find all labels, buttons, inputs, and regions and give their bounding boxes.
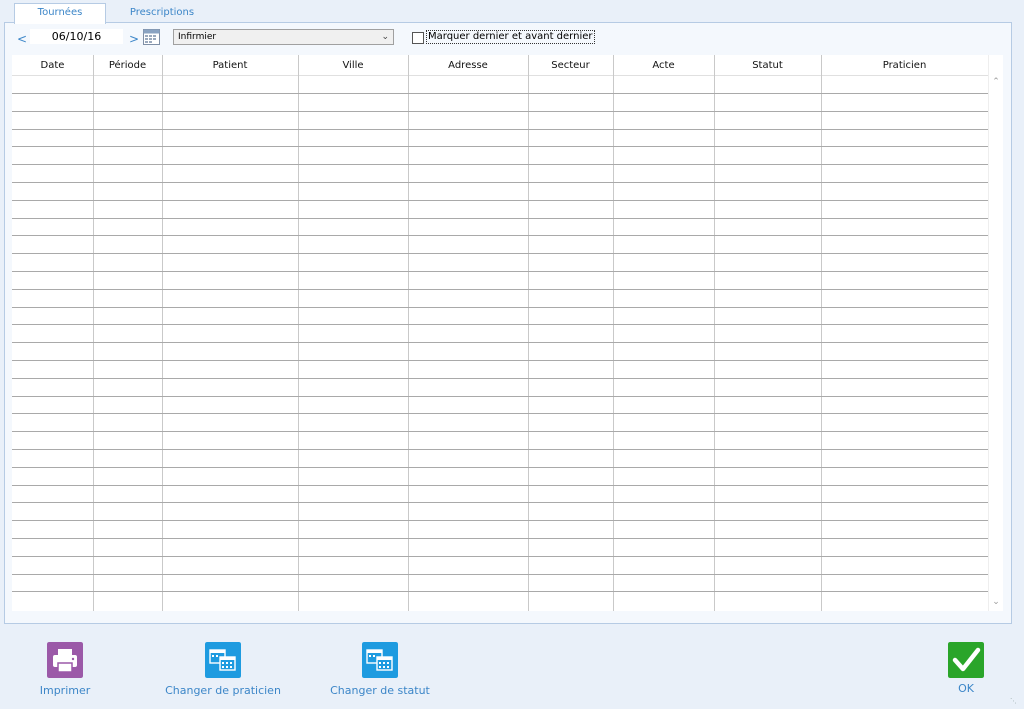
chevron-down-icon: ⌄ (381, 32, 389, 42)
table-row-divider (12, 556, 988, 557)
table-row-divider (12, 449, 988, 450)
column-header-ville[interactable]: Ville (298, 55, 408, 76)
column-header-patient[interactable]: Patient (162, 55, 298, 76)
column-header-praticien[interactable]: Praticien (821, 55, 988, 76)
change-status-label: Changer de statut (330, 684, 430, 697)
column-divider (821, 55, 822, 611)
resize-grip-icon[interactable]: ⋱ (1010, 697, 1018, 705)
column-divider (298, 55, 299, 611)
column-divider (613, 55, 614, 611)
date-field[interactable]: 06/10/16 (30, 29, 123, 44)
role-select[interactable]: Infirmier ⌄ (173, 29, 394, 45)
header-separator (12, 75, 988, 76)
scroll-up-icon[interactable]: ⌃ (989, 77, 1003, 87)
table-row-divider (12, 111, 988, 112)
table-row-divider (12, 502, 988, 503)
table-row-divider (12, 164, 988, 165)
table-row-divider (12, 591, 988, 592)
table-row-divider (12, 324, 988, 325)
table-vertical-scrollbar[interactable]: ⌃ ⌄ (988, 55, 1003, 611)
table-row-divider (12, 396, 988, 397)
checkbox-box[interactable] (412, 32, 424, 44)
table-header: Date Période Patient Ville Adresse Secte… (12, 55, 988, 76)
table-row-divider (12, 93, 988, 94)
column-header-date[interactable]: Date (12, 55, 93, 76)
role-select-value: Infirmier (178, 32, 217, 42)
checkmark-icon (948, 642, 984, 678)
table-row-divider (12, 235, 988, 236)
printer-icon (47, 642, 83, 678)
print-button-label: Imprimer (39, 684, 91, 697)
table-row-divider (12, 485, 988, 486)
print-button[interactable]: Imprimer (22, 642, 108, 702)
table-row-divider (12, 431, 988, 432)
change-practitioner-label: Changer de praticien (165, 684, 281, 697)
column-header-adresse[interactable]: Adresse (408, 55, 528, 76)
table-row-divider (12, 574, 988, 575)
column-header-statut[interactable]: Statut (714, 55, 821, 76)
table-row-divider (12, 218, 988, 219)
table-row-divider (12, 413, 988, 414)
table-row-divider (12, 307, 988, 308)
mark-last-checkbox-label: Marquer dernier et avant dernier (426, 30, 595, 44)
table-row-divider (12, 360, 988, 361)
column-header-secteur[interactable]: Secteur (528, 55, 613, 76)
table-row-divider (12, 520, 988, 521)
tab-tournees[interactable]: Tournées (14, 3, 106, 24)
table-row-divider (12, 467, 988, 468)
tournees-table[interactable]: Date Période Patient Ville Adresse Secte… (12, 55, 988, 611)
table-row-divider (12, 129, 988, 130)
column-divider (408, 55, 409, 611)
calendar-icon (205, 642, 241, 678)
change-practitioner-button[interactable]: Changer de praticien (165, 642, 281, 702)
next-date-button[interactable]: > (129, 32, 139, 46)
previous-date-button[interactable]: < (17, 32, 27, 46)
column-divider (714, 55, 715, 611)
column-header-acte[interactable]: Acte (613, 55, 714, 76)
table-row-divider (12, 200, 988, 201)
tab-prescriptions[interactable]: Prescriptions (108, 4, 216, 22)
column-divider (162, 55, 163, 611)
table-row-divider (12, 146, 988, 147)
column-divider (93, 55, 94, 611)
table-row-divider (12, 378, 988, 379)
calendar-picker-icon[interactable] (143, 29, 160, 45)
column-header-periode[interactable]: Période (93, 55, 162, 76)
calendar-icon (362, 642, 398, 678)
ok-button[interactable]: OK (944, 642, 988, 698)
table-row-divider (12, 182, 988, 183)
ok-button-label: OK (958, 682, 974, 695)
table-row-divider (12, 342, 988, 343)
table-row-divider (12, 271, 988, 272)
table-row-divider (12, 253, 988, 254)
column-divider (528, 55, 529, 611)
table-row-divider (12, 538, 988, 539)
table-row-divider (12, 289, 988, 290)
scroll-down-icon[interactable]: ⌄ (989, 597, 1003, 607)
change-status-button[interactable]: Changer de statut (328, 642, 432, 702)
